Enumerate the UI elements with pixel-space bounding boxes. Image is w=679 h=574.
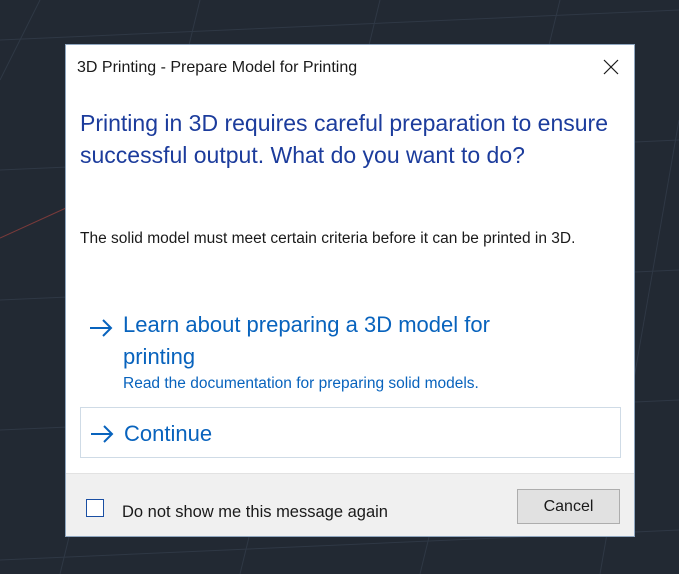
command-link-title: Continue (124, 421, 213, 446)
command-link-description: Read the documentation for preparing sol… (123, 375, 479, 392)
task-dialog: 3D Printing - Prepare Model for Printing… (65, 44, 635, 537)
command-link-title: Learn about preparing a 3D model for pri… (123, 312, 490, 369)
arrow-right-icon (90, 319, 113, 337)
dialog-footer: Do not show me this message again Cancel (66, 473, 634, 536)
do-not-show-label[interactable]: Do not show me this message again (122, 503, 388, 522)
title-bar: 3D Printing - Prepare Model for Printing (66, 45, 634, 91)
learn-about-preparing-link[interactable]: Learn about preparing a 3D model for pri… (80, 306, 621, 402)
continue-link[interactable]: Continue (80, 407, 621, 458)
dialog-title: 3D Printing - Prepare Model for Printing (77, 59, 358, 76)
do-not-show-checkbox[interactable] (86, 499, 104, 517)
close-button[interactable] (596, 52, 626, 82)
close-icon (603, 59, 619, 75)
cancel-button[interactable]: Cancel (517, 489, 620, 524)
main-instruction: Printing in 3D requires careful preparat… (80, 110, 609, 168)
arrow-right-icon (91, 425, 114, 443)
content-text: The solid model must meet certain criter… (80, 230, 576, 247)
